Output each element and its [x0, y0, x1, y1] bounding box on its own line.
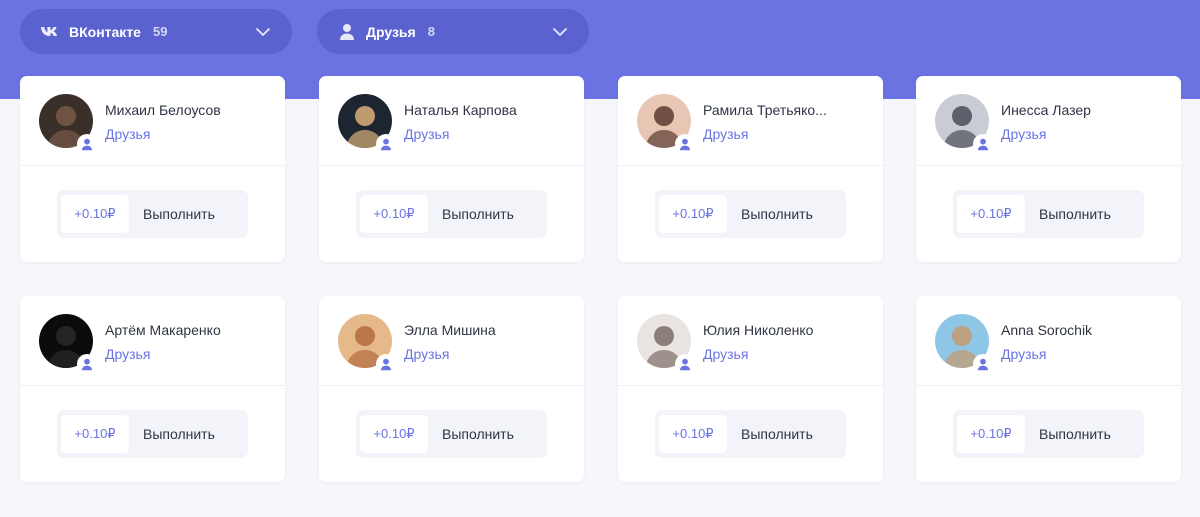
task-type-link[interactable]: Друзья [703, 346, 748, 362]
complete-task-button[interactable]: +0.10₽ Выполнить [57, 190, 248, 238]
complete-task-button[interactable]: +0.10₽ Выполнить [655, 190, 846, 238]
user-badge-icon [973, 134, 993, 154]
complete-label: Выполнить [442, 426, 514, 442]
complete-task-button[interactable]: +0.10₽ Выполнить [953, 190, 1144, 238]
user-name[interactable]: Рамила Третьяко... [703, 102, 873, 118]
task-card: Инесса Лазер Друзья +0.10₽ Выполнить [916, 76, 1181, 262]
user-name[interactable]: Anna Sorochik [1001, 322, 1171, 338]
reward-amount: +0.10₽ [360, 415, 428, 453]
complete-task-button[interactable]: +0.10₽ Выполнить [356, 190, 547, 238]
task-type-link[interactable]: Друзья [1001, 346, 1046, 362]
complete-label: Выполнить [741, 206, 813, 222]
complete-label: Выполнить [741, 426, 813, 442]
task-card: Рамила Третьяко... Друзья +0.10₽ Выполни… [618, 76, 883, 262]
reward-amount: +0.10₽ [61, 415, 129, 453]
task-type-link[interactable]: Друзья [1001, 126, 1046, 142]
reward-amount: +0.10₽ [957, 415, 1025, 453]
card-header: Наталья Карпова Друзья [319, 76, 584, 166]
complete-task-button[interactable]: +0.10₽ Выполнить [356, 410, 547, 458]
card-header: Элла Мишина Друзья [319, 296, 584, 386]
task-card: Артём Макаренко Друзья +0.10₽ Выполнить [20, 296, 285, 482]
complete-task-button[interactable]: +0.10₽ Выполнить [655, 410, 846, 458]
task-card: Михаил Белоусов Друзья +0.10₽ Выполнить [20, 76, 285, 262]
task-type-link[interactable]: Друзья [105, 126, 150, 142]
reward-amount: +0.10₽ [957, 195, 1025, 233]
user-badge-icon [973, 354, 993, 374]
reward-amount: +0.10₽ [659, 415, 727, 453]
task-card: Элла Мишина Друзья +0.10₽ Выполнить [319, 296, 584, 482]
user-badge-icon [675, 134, 695, 154]
user-badge-icon [77, 134, 97, 154]
reward-amount: +0.10₽ [659, 195, 727, 233]
user-badge-icon [376, 354, 396, 374]
complete-task-button[interactable]: +0.10₽ Выполнить [953, 410, 1144, 458]
card-header: Anna Sorochik Друзья [916, 296, 1181, 386]
user-badge-icon [675, 354, 695, 374]
complete-label: Выполнить [143, 426, 215, 442]
complete-label: Выполнить [1039, 426, 1111, 442]
user-name[interactable]: Михаил Белоусов [105, 102, 275, 118]
reward-amount: +0.10₽ [360, 195, 428, 233]
task-type-link[interactable]: Друзья [703, 126, 748, 142]
card-header: Рамила Третьяко... Друзья [618, 76, 883, 166]
user-name[interactable]: Инесса Лазер [1001, 102, 1171, 118]
card-header: Инесса Лазер Друзья [916, 76, 1181, 166]
task-type-link[interactable]: Друзья [105, 346, 150, 362]
user-name[interactable]: Элла Мишина [404, 322, 574, 338]
complete-label: Выполнить [442, 206, 514, 222]
complete-label: Выполнить [1039, 206, 1111, 222]
user-name[interactable]: Наталья Карпова [404, 102, 574, 118]
card-header: Михаил Белоусов Друзья [20, 76, 285, 166]
complete-task-button[interactable]: +0.10₽ Выполнить [57, 410, 248, 458]
task-grid: Михаил Белоусов Друзья +0.10₽ Выполнить … [0, 0, 1200, 517]
complete-label: Выполнить [143, 206, 215, 222]
user-badge-icon [77, 354, 97, 374]
task-card: Наталья Карпова Друзья +0.10₽ Выполнить [319, 76, 584, 262]
user-name[interactable]: Юлия Николенко [703, 322, 873, 338]
reward-amount: +0.10₽ [61, 195, 129, 233]
user-name[interactable]: Артём Макаренко [105, 322, 275, 338]
task-type-link[interactable]: Друзья [404, 126, 449, 142]
task-card: Anna Sorochik Друзья +0.10₽ Выполнить [916, 296, 1181, 482]
card-header: Артём Макаренко Друзья [20, 296, 285, 386]
task-card: Юлия Николенко Друзья +0.10₽ Выполнить [618, 296, 883, 482]
card-header: Юлия Николенко Друзья [618, 296, 883, 386]
task-type-link[interactable]: Друзья [404, 346, 449, 362]
user-badge-icon [376, 134, 396, 154]
